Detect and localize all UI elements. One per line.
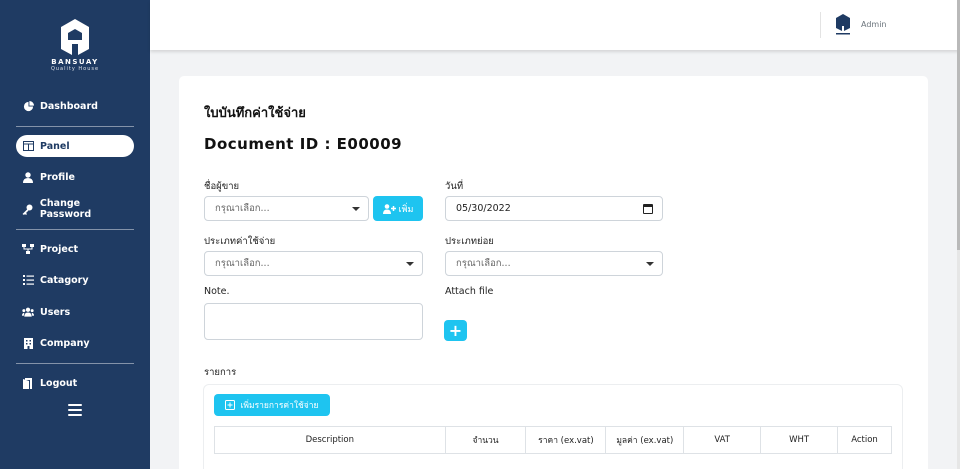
panel-icon [22,140,34,152]
calendar-icon[interactable] [643,204,653,214]
menu-toggle-icon[interactable] [68,404,82,419]
document-id: Document ID : E00009 [204,135,403,153]
plus-icon: + [448,321,463,340]
add-expense-item-button[interactable]: เพิ่มรายการค่าใช้จ่าย [214,394,330,416]
column-header: มูลค่า (ex.vat) [605,426,685,454]
brand-logo[interactable]: BANSUAY Quality House [0,18,150,72]
column-header: ราคา (ex.vat) [525,426,607,454]
vendor-select-value: กรุณาเลือก... [215,203,270,214]
topbar-divider [820,12,821,38]
attach-file-label: Attach file [445,286,494,297]
user-icon [22,171,34,183]
sidebar-item-label: Company [40,337,90,349]
project-icon [22,243,34,255]
sidebar-item-users[interactable]: Users [16,301,134,323]
list-icon [22,274,34,286]
expense-type-select[interactable]: กรุณาเลือก... [204,251,423,276]
sidebar-item-label: Users [40,306,71,318]
sidebar-divider [16,229,134,230]
chevron-down-icon [406,262,414,266]
column-header: WHT [760,426,838,454]
add-user-icon [382,203,396,214]
attach-file-button[interactable]: + [444,320,467,341]
add-vendor-button[interactable]: เพิ่ม [373,196,423,221]
page-title: ใบบันทึกค่าใช้จ่าย [204,106,306,121]
building-icon [22,337,34,349]
column-header: จำนวน [444,426,527,454]
dashboard-icon [22,100,34,112]
column-header: Description [214,426,446,454]
logout-icon [22,377,34,389]
vendor-label: ชื่อผู้ขาย [204,181,240,192]
vendor-select[interactable]: กรุณาเลือก... [204,196,369,221]
sidebar-item-label: Project [40,243,79,255]
chevron-down-icon [352,207,360,211]
expense-form-card: ใบบันทึกค่าใช้จ่าย Document ID : E00009 … [179,76,928,469]
sidebar-item-label: Panel [40,140,70,152]
sidebar-item-label: Catagory [40,274,89,286]
sidebar-divider [16,126,134,127]
table-header-row: Description จำนวน ราคา (ex.vat) มูลค่า (… [214,426,892,454]
sidebar-item-project[interactable]: Project [16,238,134,260]
chevron-down-icon [646,262,654,266]
sidebar: BANSUAY Quality House Dashboard Panel Pr… [0,0,150,469]
users-icon [22,306,34,318]
sidebar-item-label: Dashboard [40,100,98,112]
items-table: Description จำนวน ราคา (ex.vat) มูลค่า (… [214,426,892,454]
date-value: 05/30/2022 [456,203,511,214]
column-header: VAT [683,426,762,454]
subtype-label: ประเภทย่อย [445,236,494,247]
house-logo-icon [61,19,89,55]
sidebar-item-company[interactable]: Company [16,332,134,354]
sidebar-divider [16,363,134,364]
subtype-value: กรุณาเลือก... [456,258,511,269]
expense-type-value: กรุณาเลือก... [215,258,270,269]
sidebar-item-label: Logout [40,377,78,389]
note-textarea[interactable] [204,303,423,340]
expense-type-label: ประเภทค่าใช้จ่าย [204,236,276,247]
add-expense-item-label: เพิ่มรายการค่าใช้จ่าย [240,401,319,411]
sidebar-item-catagory[interactable]: Catagory [16,269,134,291]
add-vendor-label: เพิ่ม [398,204,414,215]
date-label: วันที่ [445,181,464,192]
sidebar-item-change-password[interactable]: Change Password [16,198,134,220]
brand-name: BANSUAY [51,58,99,66]
key-icon [22,203,34,215]
date-input[interactable]: 05/30/2022 [445,196,663,221]
sidebar-item-logout[interactable]: Logout [16,372,134,394]
sidebar-item-panel[interactable]: Panel [16,135,134,157]
add-item-icon [225,400,236,410]
sidebar-item-label: Change Password [39,198,92,220]
topbar: Admin [150,0,960,50]
avatar[interactable] [834,13,852,39]
column-header: Action [837,426,892,454]
sidebar-item-label: Profile [40,171,75,183]
house-logo-icon [836,14,850,35]
sidebar-item-profile[interactable]: Profile [16,166,134,188]
user-name[interactable]: Admin [861,20,887,29]
items-label: รายการ [204,367,237,378]
subtype-select[interactable]: กรุณาเลือก... [445,251,663,276]
brand-tagline: Quality House [50,66,100,72]
note-label: Note. [204,286,230,297]
sidebar-item-dashboard[interactable]: Dashboard [16,95,134,117]
